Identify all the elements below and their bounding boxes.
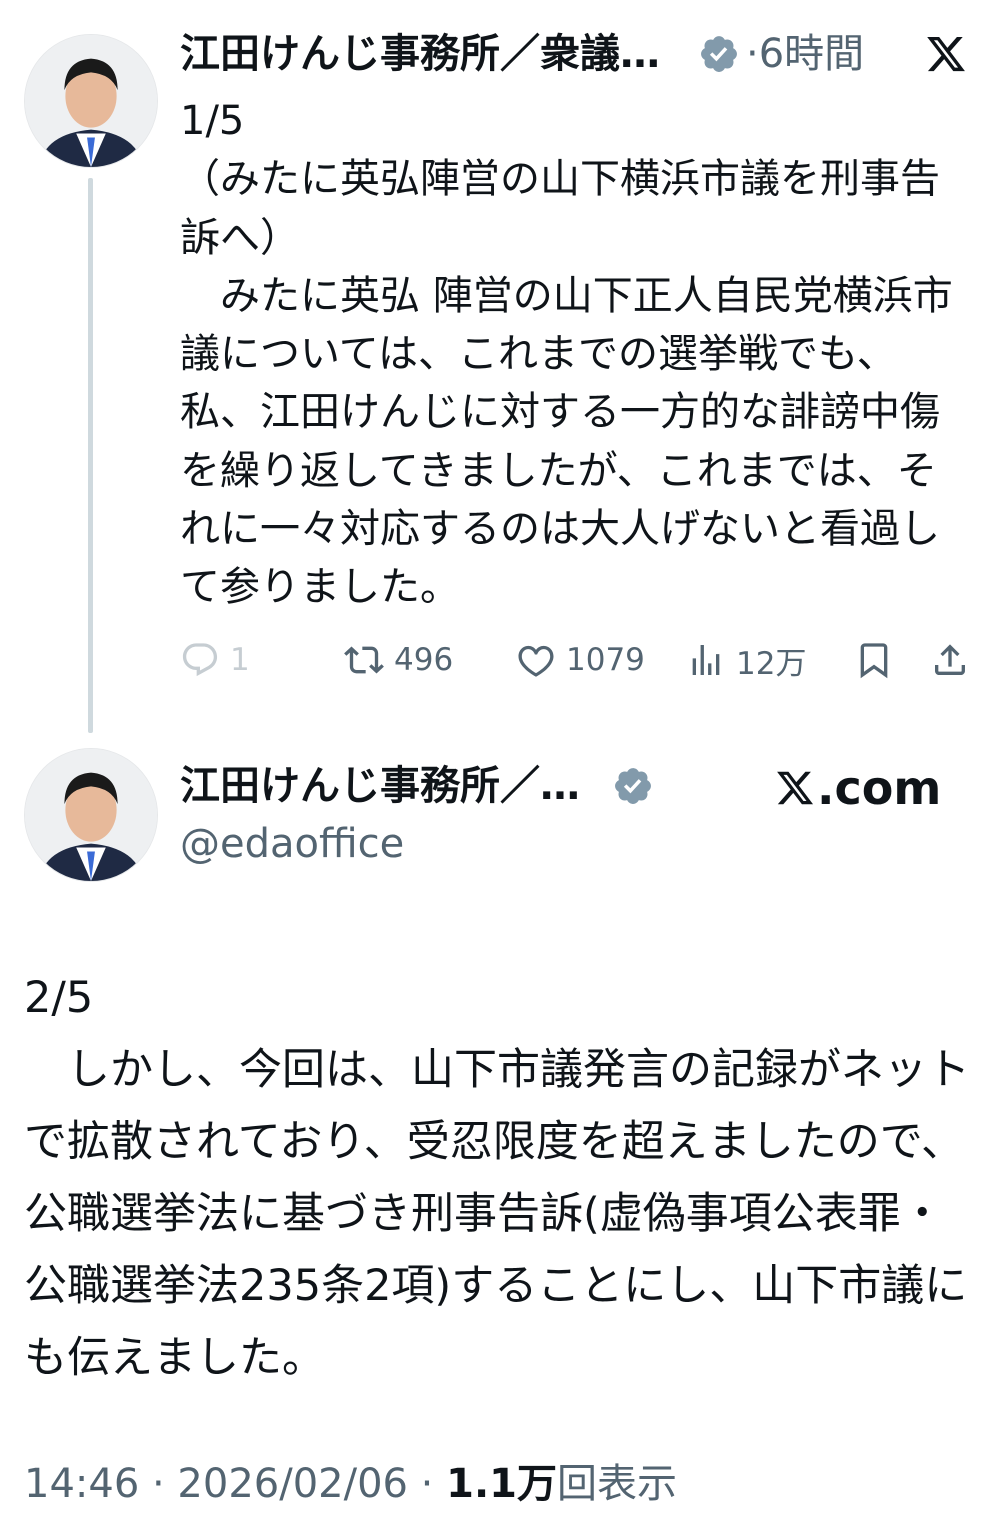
verified-badge-icon [701,36,737,72]
view-count: 1.1万 [446,1461,557,1507]
x-com-text: .com [817,761,942,815]
views-button[interactable]: 12万 [686,632,806,688]
view-label: 回表示 [556,1461,677,1507]
tweet1-text: 1/5 （みたに英弘陣営の山下横浜市議を刑事告訴へ） みたに英弘 陣営の山下正人… [180,98,953,611]
thread-line [88,178,93,733]
share-icon[interactable] [930,640,970,680]
repost-button[interactable]: 496 [344,632,453,688]
avatar[interactable] [24,34,158,168]
tweet2-text: 2/5 しかし、今回は、山下市議発言の記録がネットで拡散されており、受忍限度を超… [24,973,970,1383]
view-count: 12万 [736,645,807,682]
repost-icon [344,646,384,674]
like-count: 1079 [566,642,645,678]
author-handle[interactable]: @edaoffice [180,818,404,870]
tweet-timestamp[interactable]: 14:46 · 2026/02/06 · [24,1461,446,1507]
like-button[interactable]: 1079 [516,632,645,688]
avatar[interactable] [24,748,158,882]
tweet2-footer: 14:46 · 2026/02/06 · 1.1万回表示 [24,1458,677,1510]
reply-count: 1 [230,642,250,678]
bookmark-icon[interactable] [854,640,894,680]
author-name[interactable]: 江田けんじ事務所／衆議… [180,28,660,80]
timestamp[interactable]: ·6時間 [746,28,864,80]
views-icon [692,645,720,675]
repost-count: 496 [394,642,454,678]
verified-badge-icon [615,768,651,804]
x-logo-icon [777,771,814,805]
reply-button[interactable]: 1 [180,632,250,688]
x-logo-icon[interactable] [925,33,967,75]
reply-icon [182,643,218,677]
tweet1-header: 江田けんじ事務所／衆議… ·6時間 [180,28,980,84]
author-name[interactable]: 江田けんじ事務所／… [180,760,580,812]
heart-icon [518,645,554,677]
tweet1-actions: 1 496 1079 12万 [180,632,980,688]
x-com-watermark: .com [775,760,941,816]
